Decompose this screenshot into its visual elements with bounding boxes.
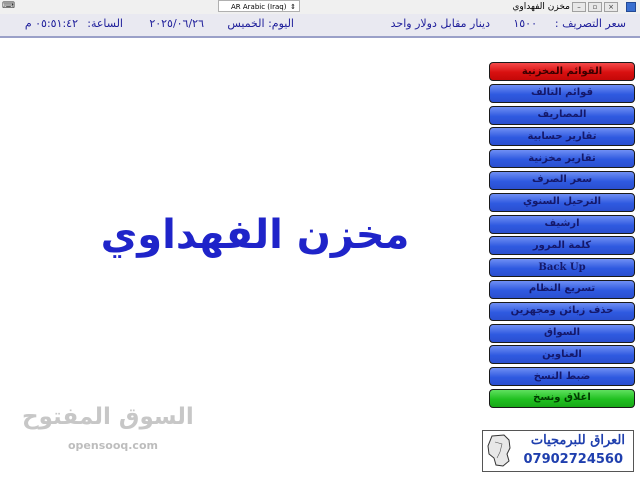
menu-button-backup-settings[interactable]: ضبط النسخ: [489, 367, 635, 387]
time-value: ٠٥:٥١:٤٢ م: [24, 17, 78, 30]
app-icon: [626, 2, 636, 12]
time-label: الساعة:: [87, 17, 123, 30]
menu-button-delete-customers-suppliers[interactable]: حذف زبائن ومجهزين: [489, 301, 635, 321]
minimize-button[interactable]: –: [572, 2, 586, 12]
close-button[interactable]: ×: [604, 2, 618, 12]
chevron-down-icon: ⇕: [290, 3, 296, 11]
menu-button-addresses[interactable]: العناوين: [489, 345, 635, 365]
iraq-map-icon: [487, 434, 511, 467]
exchange-unit: دينار مقابل دولار واحد: [390, 17, 490, 30]
menu-button-exchange-rate[interactable]: سعر الصرف: [489, 170, 635, 190]
menu-button-damaged-lists[interactable]: قوائم التالف: [489, 83, 635, 103]
menu-button-close-and-backup[interactable]: اغلاق ونسخ: [489, 388, 635, 408]
menu-button-drivers[interactable]: السواق: [489, 323, 635, 343]
menu-button-speed-up-system[interactable]: تسريع النظام: [489, 279, 635, 299]
vendor-phone: 07902724560: [523, 452, 624, 467]
vendor-name: العراق للبرمجيات: [530, 433, 625, 448]
date-value: ٢٠٢٥/٠٦/٢٦: [149, 17, 204, 30]
menu-button-backup[interactable]: Back Up: [489, 258, 635, 278]
exchange-label: سعر التصريف :: [554, 17, 626, 30]
restore-button[interactable]: ▫: [588, 2, 602, 12]
watermark: السوق المفتوح opensooq.com: [22, 404, 194, 452]
language-select[interactable]: AR Arabic (Iraq) ⇕: [218, 0, 300, 12]
watermark-arabic: السوق المفتوح: [22, 404, 194, 430]
keyboard-icon[interactable]: ⌨: [2, 1, 15, 11]
window-title-bar: ⌨ AR Arabic (Iraq) ⇕ – ▫ × مخزن الفهداوي: [0, 0, 640, 15]
side-menu: القوائم المخزنية قوائم التالف المصاريف ت…: [489, 62, 635, 411]
menu-button-inventory-reports[interactable]: تقارير مخزنية: [489, 149, 635, 169]
watermark-latin: opensooq.com: [68, 439, 158, 452]
menu-button-inventory-lists[interactable]: القوائم المخزنية: [489, 62, 635, 81]
language-select-value: AR Arabic (Iraq): [231, 3, 287, 11]
menu-button-expenses[interactable]: المصاريف: [489, 105, 635, 125]
exchange-value: ١٥٠٠: [513, 17, 537, 30]
info-bar: سعر التصريف : ١٥٠٠ دينار مقابل دولار واح…: [0, 14, 640, 38]
main-title: مخزن الفهداوي: [100, 212, 410, 258]
menu-button-archive[interactable]: ارشيف: [489, 214, 635, 234]
menu-button-password[interactable]: كلمة المرور: [489, 236, 635, 256]
menu-button-accounting-reports[interactable]: تقارير حسابية: [489, 127, 635, 147]
vendor-ad: العراق للبرمجيات 07902724560: [482, 430, 634, 472]
window-title: مخزن الفهداوي: [512, 2, 570, 12]
day-label: اليوم: الخميس: [227, 17, 294, 30]
menu-button-annual-transfer[interactable]: الترحيل السنوي: [489, 192, 635, 212]
